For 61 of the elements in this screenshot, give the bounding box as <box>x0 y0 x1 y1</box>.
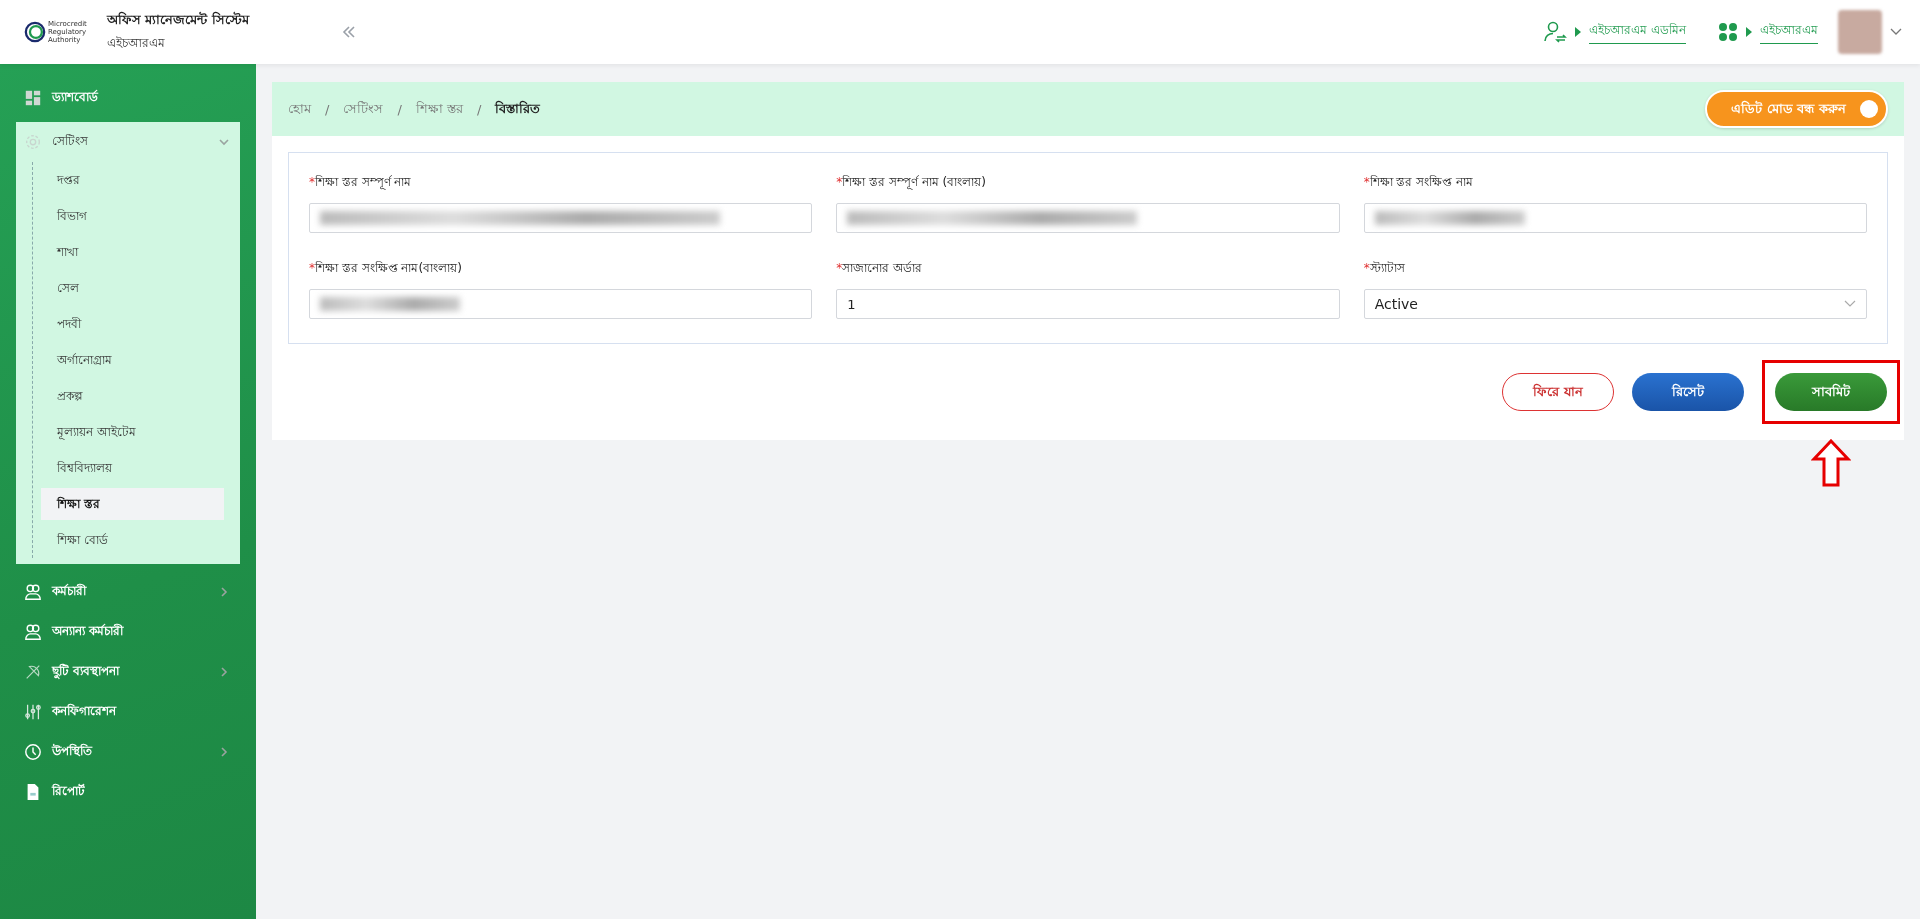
caret-icon <box>1575 27 1582 37</box>
breadcrumb-link[interactable]: হোম <box>288 98 311 120</box>
field-label: *শিক্ষা স্তর সংক্ষিপ্ত নাম <box>1363 174 1475 191</box>
app-title: অফিস ম্যানেজমেন্ট সিস্টেম <box>106 10 249 29</box>
people-icon <box>24 623 42 641</box>
back-button[interactable]: ফিরে যান <box>1502 373 1614 411</box>
submenu-item[interactable]: শিক্ষা স্তর <box>41 488 224 520</box>
collapse-icon[interactable] <box>340 24 357 40</box>
field-label: *শিক্ষা স্তর সম্পূর্ণ নাম <box>309 174 413 192</box>
field-label: *শিক্ষা স্তর সংক্ষিপ্ত নাম(বাংলায়) <box>309 260 463 277</box>
breadcrumb-separator: / <box>476 101 482 117</box>
caret-icon <box>1746 27 1752 37</box>
breadcrumb-link[interactable]: শিক্ষা স্তর <box>415 98 463 120</box>
gear-icon <box>24 133 42 151</box>
input-field[interactable] <box>309 289 813 319</box>
submenu-item[interactable]: পদবী <box>41 308 224 340</box>
umbrella-icon <box>24 663 42 681</box>
dashboard-icon <box>24 89 42 107</box>
sidebar-item[interactable]: ড্যাশবোর্ড <box>16 78 240 118</box>
role-link[interactable]: এইচআরএম এডমিন <box>1589 20 1686 44</box>
grid-icon[interactable] <box>1718 22 1738 42</box>
input-field[interactable] <box>836 203 1340 233</box>
sidebar-item[interactable]: কর্মচারী <box>16 572 240 612</box>
people-icon <box>24 583 42 601</box>
sidebar-item[interactable]: অন্যান্য কর্মচারী <box>16 612 240 652</box>
sidebar-item[interactable]: রিপোর্ট <box>16 772 240 812</box>
submenu-item[interactable]: সেল <box>41 272 224 304</box>
reset-button[interactable]: রিসেট <box>1632 373 1744 411</box>
breadcrumb-separator: / <box>325 101 330 117</box>
field-label: *স্ট্যাটাস <box>1363 260 1406 277</box>
submenu-item[interactable]: অর্গানোগ্রাম <box>41 344 224 376</box>
sliders-icon <box>24 703 42 721</box>
app-subtitle: এইচআরএম <box>106 35 166 52</box>
submenu-item[interactable]: বিভাগ <box>41 200 224 232</box>
submenu-item[interactable]: বিশ্ববিদ্যালয় <box>41 452 224 484</box>
submenu-item[interactable]: মূল্যায়ন আইটেম <box>41 416 224 448</box>
avatar[interactable] <box>1838 10 1882 54</box>
logo-rings-icon <box>24 21 46 43</box>
submenu-item[interactable]: শাখা <box>41 236 224 268</box>
input-field[interactable]: 1 <box>836 289 1340 319</box>
status-select[interactable]: Active <box>1363 289 1867 319</box>
input-field[interactable] <box>309 203 813 233</box>
sidebar-item[interactable]: উপস্থিতি <box>16 732 240 772</box>
chevron-down-icon <box>1844 300 1856 308</box>
breadcrumb-separator: / <box>397 101 402 117</box>
field-label: *শিক্ষা স্তর সম্পূর্ণ নাম (বাংলায়) <box>836 174 987 192</box>
submenu-item[interactable]: প্রকল্প <box>41 380 224 412</box>
input-field[interactable] <box>1363 203 1867 233</box>
chevron-down-icon[interactable] <box>1890 28 1902 36</box>
page-title: বিস্তারিত <box>495 99 541 118</box>
submenu-item[interactable]: দপ্তর <box>41 164 224 196</box>
sidebar-item[interactable]: সেটিংস <box>16 122 240 162</box>
sidebar-item[interactable]: ছুটি ব্যবস্থাপনা <box>16 652 240 692</box>
submit-button[interactable]: সাবমিট <box>1775 373 1887 411</box>
user-switch-icon[interactable] <box>1543 20 1568 44</box>
module-link[interactable]: এইচআরএম <box>1760 20 1818 44</box>
sidebar-item[interactable]: কনফিগারেশন <box>16 692 240 732</box>
field-label: *সাজানোর অর্ডার <box>836 260 924 277</box>
submenu-item[interactable]: শিক্ষা বোর্ড <box>41 524 224 556</box>
breadcrumb-link[interactable]: সেটিংস <box>343 98 384 120</box>
clock-icon <box>24 743 42 761</box>
